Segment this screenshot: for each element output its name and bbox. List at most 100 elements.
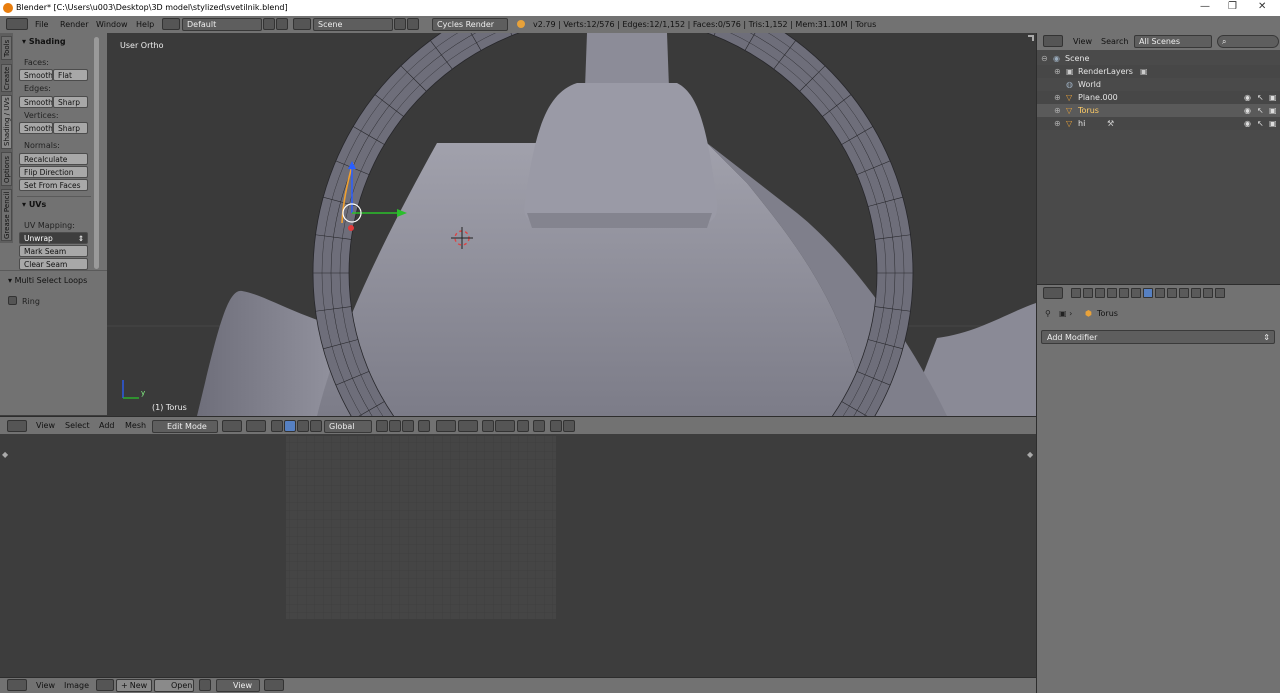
mode-select[interactable]: Edit Mode [152,420,218,433]
3d-viewport[interactable]: User Ortho y (1) Torus [107,33,1036,416]
snap-element-icon[interactable] [495,420,515,432]
pivot-point-icon[interactable] [246,420,266,432]
add-modifier-select[interactable]: Add Modifier ⇕ [1041,330,1275,344]
uv-right-scroll-handle[interactable]: ◆ [1027,450,1033,459]
tool-shelf-scrollbar[interactable] [94,37,99,269]
vertex-select-icon[interactable] [376,420,388,432]
outliner-menu-search[interactable]: Search [1101,37,1128,46]
scene-tab-icon[interactable] [1095,288,1105,298]
multi-select-loops-panel-title[interactable]: ▾ Multi Select Loops [8,276,87,285]
edges-sharp-button[interactable]: Sharp [53,96,88,108]
editor-type-icon[interactable] [1043,35,1063,47]
snap-toggle-icon[interactable] [482,420,494,432]
object-tab-icon[interactable] [1119,288,1129,298]
outliner-row-plane[interactable]: ⊕ ▽ Plane.000 ◉ ↖ ▣ [1037,91,1280,104]
face-select-icon[interactable] [402,420,414,432]
set-from-faces-button[interactable]: Set From Faces [19,179,88,191]
uv-left-scroll-handle[interactable]: ◆ [2,450,8,459]
uv-menu-view[interactable]: View [36,681,55,690]
data-tab-icon[interactable] [1155,288,1165,298]
screen-layout-icon[interactable] [162,18,180,30]
render-icon[interactable] [550,420,562,432]
clear-seam-button[interactable]: Clear Seam [19,258,88,270]
mesh-select-mode-icon[interactable] [533,420,545,432]
render-layers-tab-icon[interactable] [1083,288,1093,298]
scale-icon[interactable] [310,420,322,432]
vertices-sharp-button[interactable]: Sharp [53,122,88,134]
image-browse-icon[interactable] [96,679,114,691]
open-image-button[interactable]: Open [154,679,194,692]
uvs-panel-title[interactable]: ▾ UVs [22,200,46,209]
tab-options[interactable]: Options [1,152,12,186]
outliner-row-world[interactable]: ◍ World [1037,78,1280,91]
render-engine-select[interactable]: Cycles Render [432,18,508,31]
uv-menu-image[interactable]: Image [64,681,89,690]
pin-icon[interactable] [199,679,211,691]
outliner-menu-view[interactable]: View [1073,37,1092,46]
uv-image-editor[interactable]: ◆ ◆ [0,434,1036,677]
x-axis-handle[interactable] [348,225,354,231]
tab-tools[interactable]: Tools [1,36,12,60]
select-arrow-icon[interactable]: ↖ [1257,119,1264,128]
expand-icon[interactable]: ⊕ [1054,119,1061,128]
render-camera-icon[interactable]: ▣ [1269,93,1277,102]
editor-type-icon[interactable] [1043,287,1063,299]
close-button[interactable]: ✕ [1258,1,1266,12]
rotate-icon[interactable] [297,420,309,432]
outliner-search-input[interactable]: ⌕ [1217,35,1279,48]
expand-icon[interactable]: ⊕ [1054,93,1061,102]
area-corner-handle[interactable] [1028,35,1034,41]
vertices-smooth-button[interactable]: Smooth [19,122,53,134]
remove-layout-icon[interactable] [276,18,288,30]
tab-shading-uvs[interactable]: Shading / UVs [1,95,12,149]
new-image-button[interactable]: + New [116,679,152,692]
menu-add[interactable]: Add [99,421,115,430]
proportional-edit-icon[interactable] [436,420,456,432]
translate-icon[interactable] [284,420,296,432]
render-tab-icon[interactable] [1071,288,1081,298]
restore-button[interactable]: ❐ [1228,1,1237,12]
physics-tab-icon[interactable] [1203,288,1213,298]
orientation-select[interactable]: Global [324,420,372,433]
menu-select[interactable]: Select [65,421,90,430]
menu-file[interactable]: File [35,20,48,29]
sync-selection-icon[interactable] [264,679,284,691]
mark-seam-button[interactable]: Mark Seam [19,245,88,257]
menu-mesh[interactable]: Mesh [125,421,146,430]
expand-icon[interactable]: ⊕ [1054,67,1061,76]
visibility-eye-icon[interactable]: ◉ [1244,119,1251,128]
expand-icon[interactable]: ⊕ [1054,106,1061,115]
unwrap-menu-button[interactable]: Unwrap ⇕ [19,232,88,244]
ring-checkbox[interactable] [8,296,17,305]
render-camera-icon[interactable]: ▣ [1269,119,1277,128]
world-tab-icon[interactable] [1107,288,1117,298]
faces-flat-button[interactable]: Flat [53,69,88,81]
tab-create[interactable]: Create [1,64,12,92]
shading-mode-icon[interactable] [222,420,242,432]
menu-view[interactable]: View [36,421,55,430]
remove-scene-icon[interactable] [407,18,419,30]
render-camera-icon[interactable]: ▣ [1269,106,1277,115]
edges-smooth-button[interactable]: Smooth [19,96,53,108]
extra-tab-icon[interactable] [1215,288,1225,298]
render-animation-icon[interactable] [563,420,575,432]
recalculate-button[interactable]: Recalculate [19,153,88,165]
occlude-geometry-icon[interactable] [418,420,430,432]
select-arrow-icon[interactable]: ↖ [1257,106,1264,115]
menu-window[interactable]: Window [96,20,128,29]
texture-tab-icon[interactable] [1179,288,1189,298]
outliner[interactable]: ⊖ ◉ Scene ⊕ ▣ RenderLayers ▣ ◍ World ⊕ ▽… [1036,50,1280,284]
visibility-eye-icon[interactable]: ◉ [1244,106,1251,115]
particles-tab-icon[interactable] [1191,288,1201,298]
menu-help[interactable]: Help [136,20,154,29]
scene-field[interactable]: Scene [313,18,393,31]
constraints-tab-icon[interactable] [1131,288,1141,298]
scene-icon[interactable] [293,18,311,30]
modifiers-tab-icon[interactable] [1143,288,1153,298]
outliner-row-hi[interactable]: ⊕ ▽ hi ⚒ ◉ ↖ ▣ [1037,117,1280,130]
select-arrow-icon[interactable]: ↖ [1257,93,1264,102]
editor-type-icon[interactable] [7,420,27,432]
expand-icon[interactable]: ⊖ [1041,54,1048,63]
shading-panel-title[interactable]: ▾ Shading [22,37,66,46]
add-scene-icon[interactable] [394,18,406,30]
